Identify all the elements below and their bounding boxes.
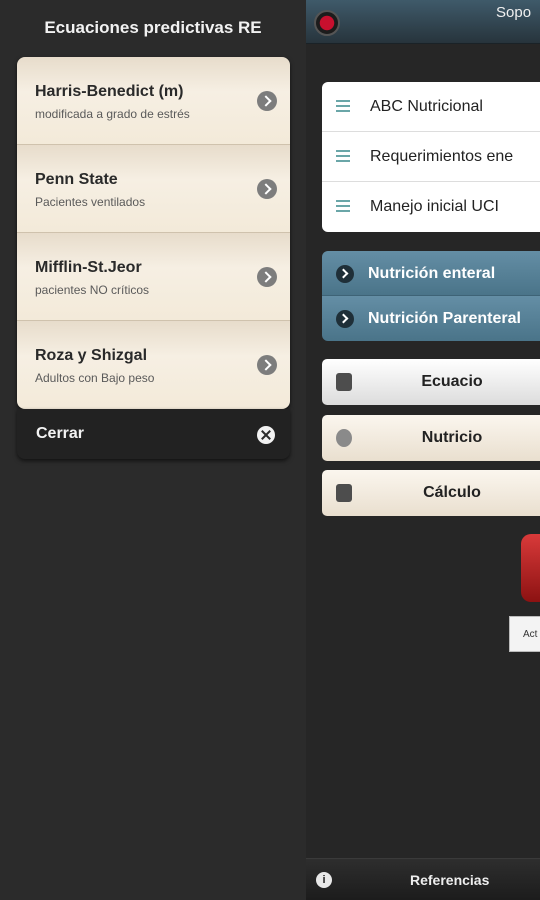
equations-panel: Ecuaciones predictivas RE Harris-Benedic… <box>0 0 306 900</box>
equation-name: Harris-Benedict (m) <box>35 83 184 100</box>
chevron-right-icon <box>336 310 354 328</box>
equation-item-harris-benedict[interactable]: Harris-Benedict (m) modificada a grado d… <box>17 57 290 145</box>
header-title: Sopo <box>496 4 532 21</box>
menu-icon <box>336 150 350 152</box>
equation-item-roza-shizgal[interactable]: Roza y Shizgal Adultos con Bajo peso <box>17 321 290 409</box>
app-logo <box>314 10 340 36</box>
equation-subtitle: Pacientes ventilados <box>35 195 146 209</box>
close-label: Cerrar <box>36 425 85 442</box>
ecuaciones-button[interactable]: Ecuacio <box>322 359 540 405</box>
app-header: Sopo <box>306 0 540 44</box>
close-icon <box>257 426 275 444</box>
calculo-button[interactable]: Cálculo <box>322 470 540 516</box>
equation-item-penn-state[interactable]: Penn State Pacientes ventilados <box>17 145 290 233</box>
menu-icon <box>336 200 350 202</box>
equation-subtitle: Adultos con Bajo peso <box>35 371 155 385</box>
footer-bar: i Referencias <box>306 858 540 900</box>
nav-item-label: Nutrición enteral <box>368 265 496 282</box>
close-button[interactable]: Cerrar <box>17 409 290 459</box>
menu-item-abc-nutricional[interactable]: ABC Nutricional <box>322 82 540 132</box>
nav-item-nutricion-parenteral[interactable]: Nutrición Parenteral <box>322 296 540 341</box>
chevron-right-icon <box>257 179 277 199</box>
calculator-icon <box>336 373 352 391</box>
equation-name: Penn State <box>35 171 118 188</box>
pill-icon <box>336 429 352 447</box>
button-label: Nutricio <box>421 429 483 446</box>
equation-item-mifflin-st-jeor[interactable]: Mifflin-St.Jeor pacientes NO críticos <box>17 233 290 321</box>
menu-item-label: Manejo inicial UCI <box>370 198 499 215</box>
references-link[interactable]: Referencias <box>410 872 489 888</box>
info-icon[interactable]: i <box>316 872 332 888</box>
red-action-button[interactable] <box>521 534 540 602</box>
main-menu-list: ABC Nutricional Requerimientos ene Manej… <box>322 82 540 232</box>
act-box[interactable]: Act <box>509 616 540 652</box>
menu-item-manejo-inicial-uci[interactable]: Manejo inicial UCI <box>322 182 540 232</box>
button-label: Cálculo <box>423 484 481 501</box>
menu-item-requerimientos[interactable]: Requerimientos ene <box>322 132 540 182</box>
equation-name: Roza y Shizgal <box>35 347 148 364</box>
chevron-right-icon <box>257 267 277 287</box>
chevron-right-icon <box>336 265 354 283</box>
equation-list: Harris-Benedict (m) modificada a grado d… <box>17 57 290 409</box>
button-label: Ecuacio <box>421 373 483 390</box>
equation-name: Mifflin-St.Jeor <box>35 259 142 276</box>
nutrition-nav-list: Nutrición enteral Nutrición Parenteral <box>322 251 540 341</box>
menu-item-label: ABC Nutricional <box>370 98 483 115</box>
nutricion-button[interactable]: Nutricio <box>322 415 540 461</box>
calculator-icon <box>336 484 352 502</box>
equation-subtitle: pacientes NO críticos <box>35 283 150 297</box>
panel-title: Ecuaciones predictivas RE <box>44 18 262 37</box>
menu-icon <box>336 100 350 102</box>
equation-subtitle: modificada a grado de estrés <box>35 107 190 121</box>
chevron-right-icon <box>257 91 277 111</box>
menu-item-label: Requerimientos ene <box>370 148 514 165</box>
act-label: Act <box>523 629 538 640</box>
chevron-right-icon <box>257 355 277 375</box>
nav-item-nutricion-enteral[interactable]: Nutrición enteral <box>322 251 540 296</box>
main-page: Sopo ABC Nutricional Requerimientos ene … <box>306 0 540 900</box>
nav-item-label: Nutrición Parenteral <box>368 310 521 327</box>
